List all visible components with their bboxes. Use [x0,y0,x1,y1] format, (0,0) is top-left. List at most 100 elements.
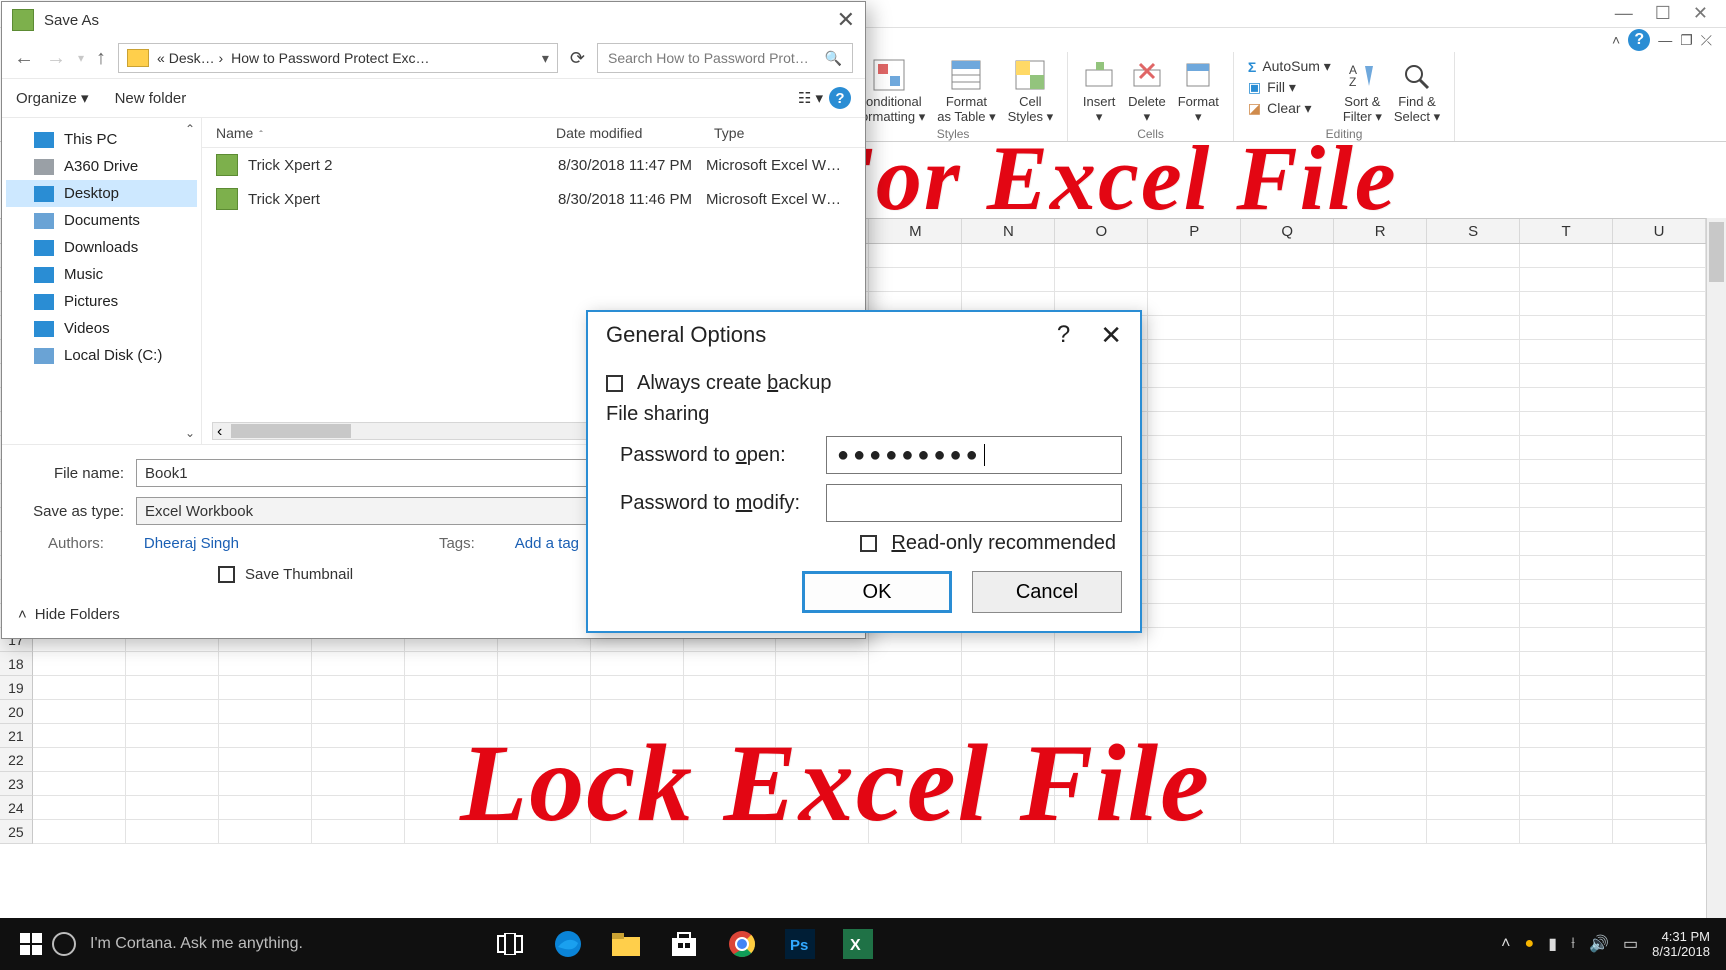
cell[interactable] [1334,364,1427,388]
cell[interactable] [1055,796,1148,820]
cell[interactable] [1427,556,1520,580]
cell[interactable] [405,676,498,700]
tree-item-a360-drive[interactable]: A360 Drive [6,153,197,180]
photoshop-icon[interactable]: Ps [782,926,818,962]
cell[interactable] [1334,412,1427,436]
cell-styles-button[interactable]: Cell Styles ▾ [1008,58,1054,125]
cell[interactable] [591,676,684,700]
file-row[interactable]: Trick Xpert 2 8/30/2018 11:47 PM Microso… [202,148,865,182]
cell[interactable] [1148,700,1241,724]
cell[interactable] [1148,316,1241,340]
cell[interactable] [1427,340,1520,364]
cell[interactable] [776,724,869,748]
cell[interactable] [869,268,962,292]
cell[interactable] [405,748,498,772]
ribbon-minimize-icon[interactable]: — [1658,32,1672,48]
tree-scroll-down-icon[interactable]: ⌄ [185,426,195,440]
cell[interactable] [869,748,962,772]
row-header[interactable]: 19 [0,676,33,700]
cell[interactable] [1613,700,1706,724]
cell[interactable] [33,652,126,676]
minimize-button[interactable]: — [1615,3,1633,24]
cell[interactable] [312,724,405,748]
cell[interactable] [869,724,962,748]
cell[interactable] [33,796,126,820]
cell[interactable] [1520,316,1613,340]
cell[interactable] [1613,820,1706,844]
cell[interactable] [962,676,1055,700]
sort-indicator-icon[interactable]: ˆ [259,130,262,141]
file-columns[interactable]: Nameˆ Date modified Type [202,118,865,148]
find-select-button[interactable]: Find & Select ▾ [1394,58,1440,125]
cell[interactable] [1334,484,1427,508]
cell[interactable] [1427,460,1520,484]
row-header[interactable]: 23 [0,772,33,796]
cell[interactable] [1241,364,1334,388]
cell[interactable] [405,700,498,724]
cell[interactable] [1241,292,1334,316]
cell[interactable] [312,772,405,796]
ribbon-close-icon[interactable]: ⤫ [1701,32,1712,49]
nav-up-icon[interactable]: ↑ [96,47,106,70]
tree-item-downloads[interactable]: Downloads [6,234,197,261]
cell[interactable] [33,748,126,772]
cell[interactable] [1613,556,1706,580]
cell[interactable] [1520,652,1613,676]
tray-onedrive-icon[interactable]: ● [1525,935,1535,953]
cell[interactable] [1520,364,1613,388]
cell[interactable] [1613,676,1706,700]
cell[interactable] [498,676,591,700]
col-Q[interactable]: Q [1241,219,1334,243]
cell[interactable] [1613,604,1706,628]
tree-item-music[interactable]: Music [6,261,197,288]
cell[interactable] [591,700,684,724]
close-button[interactable]: ✕ [1693,3,1708,24]
store-icon[interactable] [666,926,702,962]
cell[interactable] [1334,460,1427,484]
nav-recent-icon[interactable]: ▾ [78,51,84,65]
cell[interactable] [1520,820,1613,844]
cell[interactable] [1148,604,1241,628]
cell[interactable] [1241,316,1334,340]
cell[interactable] [1613,388,1706,412]
tree-item-this-pc[interactable]: This PC [6,126,197,153]
cell[interactable] [1148,268,1241,292]
saveas-titlebar[interactable]: Save As ✕ [2,2,865,38]
cell[interactable] [1613,412,1706,436]
col-N[interactable]: N [962,219,1055,243]
cell[interactable] [1427,676,1520,700]
cell[interactable] [684,796,777,820]
cell[interactable] [1055,748,1148,772]
format-cells-button[interactable]: Format ▾ [1178,58,1219,125]
cell[interactable] [1334,388,1427,412]
cell[interactable] [126,652,219,676]
new-folder-button[interactable]: New folder [115,90,187,107]
cell[interactable] [1520,436,1613,460]
cell[interactable] [1148,508,1241,532]
cell[interactable] [1148,748,1241,772]
row-header[interactable]: 25 [0,820,33,844]
cell[interactable] [1427,820,1520,844]
saveas-close-icon[interactable]: ✕ [837,7,855,33]
cell[interactable] [869,676,962,700]
cell[interactable] [1427,484,1520,508]
cell[interactable] [1427,508,1520,532]
cell[interactable] [1334,556,1427,580]
cell[interactable] [498,796,591,820]
saveas-help-icon[interactable]: ? [829,87,851,109]
cell[interactable] [1334,676,1427,700]
cell[interactable] [1334,532,1427,556]
cell[interactable] [1148,580,1241,604]
cell[interactable] [1334,292,1427,316]
file-row[interactable]: Trick Xpert 8/30/2018 11:46 PM Microsoft… [202,182,865,216]
cell[interactable] [1520,700,1613,724]
cell[interactable] [962,772,1055,796]
cell[interactable] [33,700,126,724]
readonly-checkbox[interactable] [860,535,877,552]
cell[interactable] [1613,532,1706,556]
tags-value[interactable]: Add a tag [515,535,579,552]
cell[interactable] [1148,628,1241,652]
cell[interactable] [1613,772,1706,796]
cell[interactable] [962,700,1055,724]
cell[interactable] [684,700,777,724]
